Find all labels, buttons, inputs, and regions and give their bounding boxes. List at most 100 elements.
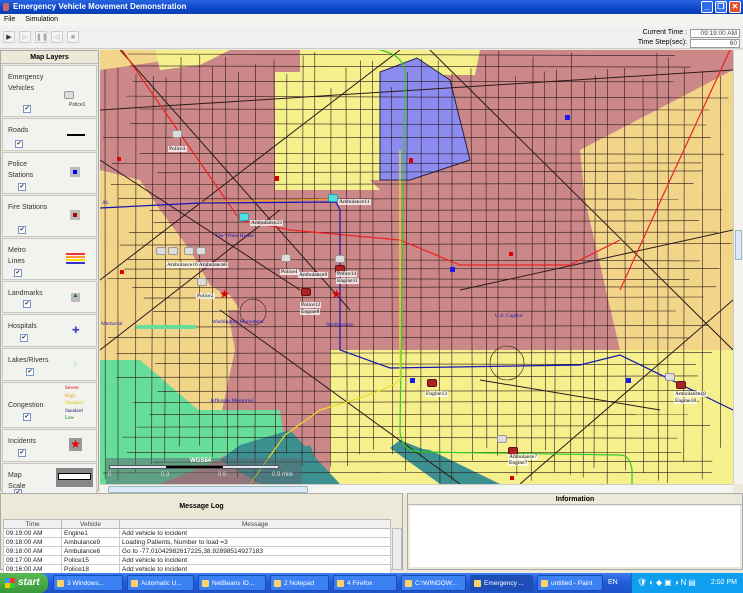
taskbar-item[interactable]: Emergency ...: [470, 575, 533, 591]
layer-checkbox[interactable]: ✔: [18, 449, 26, 457]
taskbar-item[interactable]: C:\WINDOW...: [401, 575, 466, 591]
task-icon: [405, 580, 412, 587]
layer-metro-lines: Metro Lines ✔: [2, 238, 97, 280]
layer-label: Congestion: [8, 402, 44, 409]
river-icon: ♆: [72, 359, 79, 369]
road: [132, 81, 674, 83]
stop-button[interactable]: ■: [67, 31, 79, 43]
log-scrollbar[interactable]: [392, 528, 402, 570]
vehicle-icon[interactable]: [676, 381, 686, 389]
vehicle-icon[interactable]: [184, 247, 194, 255]
layer-checkbox[interactable]: ✔: [18, 183, 26, 191]
vehicle-icon[interactable]: [328, 194, 338, 202]
log-time: 09:17:00 AM: [3, 555, 62, 565]
log-time: 09:19:00 AM: [3, 528, 62, 538]
close-button[interactable]: ✕: [729, 1, 741, 13]
map-horizontal-scrollbar[interactable]: [100, 484, 733, 493]
taskbar-item[interactable]: 2 Notepad: [270, 575, 329, 591]
layer-checkbox[interactable]: ✔: [23, 300, 31, 308]
time-step-spinner[interactable]: 60: [690, 39, 740, 48]
taskbar-item[interactable]: NetBeans ID...: [198, 575, 266, 591]
fire-station: [120, 270, 124, 274]
task-icon: [202, 580, 209, 587]
column-header-time[interactable]: Time: [3, 519, 62, 529]
layer-checkbox[interactable]: ✔: [20, 334, 28, 342]
vehicle-icon[interactable]: [497, 435, 507, 443]
vehicle-label: Police2: [196, 293, 215, 299]
scroll-thumb[interactable]: [108, 486, 308, 493]
log-message: Add vehicle to incident: [119, 528, 391, 538]
layer-label: Emergency Vehicles: [8, 74, 44, 92]
menu-simulation[interactable]: Simulation: [25, 16, 58, 23]
pause-button[interactable]: ❚❚: [35, 31, 48, 43]
time-step-label: Time Step(sec):: [637, 39, 687, 46]
taskbar-item[interactable]: Automatic U...: [127, 575, 194, 591]
vehicle-icon[interactable]: [281, 254, 291, 262]
legend-low: Low: [65, 416, 75, 421]
log-row[interactable]: 09:19:00 AM Engine1 Add vehicle to inciden…: [3, 528, 391, 538]
layer-checkbox[interactable]: ✔: [26, 368, 34, 376]
restore-button[interactable]: ❐: [715, 1, 727, 13]
log-row[interactable]: 09:17:00 AM Police15 Add vehicle to incide…: [3, 555, 391, 565]
start-button[interactable]: start: [0, 573, 48, 593]
task-label: Emergency ...: [484, 580, 525, 587]
log-row[interactable]: 09:18:00 AM Ambulance6 Go to -77.010429826…: [3, 546, 391, 556]
vehicle-label: Engine8: [300, 309, 321, 315]
police-station: [565, 115, 570, 120]
taskbar-item[interactable]: 4 Firefox: [333, 575, 397, 591]
system-tray: EN 🛡◐◆▣◑N▤ 2:02 PM: [608, 573, 743, 593]
task-label: untitled - Paint: [551, 580, 593, 587]
tray-icons[interactable]: 🛡◐◆▣◑N▤: [637, 573, 698, 593]
layer-label: Landmarks: [8, 290, 43, 297]
layer-checkbox[interactable]: ✔: [23, 413, 31, 421]
information-content: [410, 506, 740, 567]
log-time: 09:18:00 AM: [3, 537, 62, 547]
police-station-icon: [70, 167, 80, 177]
title-bar: Emergency Vehicle Movement Demonstration…: [0, 0, 743, 14]
congestion-legend: Severe High Standard Standard Low: [65, 385, 83, 423]
language-indicator[interactable]: EN: [608, 573, 618, 593]
taskbar-item[interactable]: 3 Windows...: [53, 575, 123, 591]
layer-emergency-vehicles: Emergency Vehicles ✔ Police1: [2, 65, 97, 117]
vehicle-icon[interactable]: [427, 379, 437, 387]
log-row[interactable]: 09:18:00 AM Ambulance9 Loading Patients, N…: [3, 537, 391, 547]
vehicle-label: Engine18: [674, 398, 698, 404]
task-icon: [57, 580, 64, 587]
log-vehicle: Ambulance6: [61, 546, 120, 556]
vehicle-icon[interactable]: [301, 288, 311, 296]
message-log-panel: Message Log Time Vehicle Message 09:19:0…: [0, 493, 403, 574]
vehicle-icon[interactable]: [665, 373, 675, 381]
vehicle-icon[interactable]: [196, 247, 206, 255]
task-label: Automatic U...: [141, 580, 182, 587]
map-canvas[interactable]: Police3 Ambulance11 Ambulance23 Ambulanc…: [100, 50, 733, 484]
incident-star-icon[interactable]: ★: [331, 288, 342, 300]
taskbar-item[interactable]: untitled - Paint: [537, 575, 603, 591]
vehicle-icon[interactable]: [168, 247, 178, 255]
vehicle-icon[interactable]: [156, 247, 166, 255]
vehicle-icon[interactable]: [172, 130, 182, 138]
layer-checkbox[interactable]: ✔: [23, 105, 31, 113]
layer-checkbox[interactable]: ✔: [15, 140, 23, 148]
vehicle-icon[interactable]: [197, 278, 207, 286]
task-label: C:\WINDOW...: [415, 580, 457, 587]
layer-checkbox[interactable]: ✔: [18, 226, 26, 234]
column-header-message[interactable]: Message: [119, 519, 391, 529]
vehicle-icon[interactable]: [335, 255, 345, 263]
landmark-label: Jefferson Memorial: [210, 398, 254, 404]
play-button[interactable]: ▶: [3, 31, 15, 43]
incident-star-icon[interactable]: ★: [219, 288, 230, 300]
menu-file[interactable]: File: [4, 16, 15, 23]
step-back-button[interactable]: ◁: [51, 31, 63, 43]
hospital-icon: ✚: [72, 325, 80, 335]
scroll-thumb[interactable]: [735, 230, 742, 260]
layer-checkbox[interactable]: ✔: [14, 269, 22, 277]
column-header-vehicle[interactable]: Vehicle: [61, 519, 120, 529]
start-label: start: [18, 577, 40, 588]
minimize-button[interactable]: _: [701, 1, 713, 13]
legend-severe: Severe: [65, 386, 79, 391]
vehicle-icon[interactable]: [239, 213, 249, 221]
step-forward-button[interactable]: ▷: [19, 31, 31, 43]
current-time-field[interactable]: 09:19:00 AM: [690, 29, 740, 38]
information-title: Information: [408, 494, 742, 505]
map-vertical-scrollbar[interactable]: [733, 50, 743, 484]
